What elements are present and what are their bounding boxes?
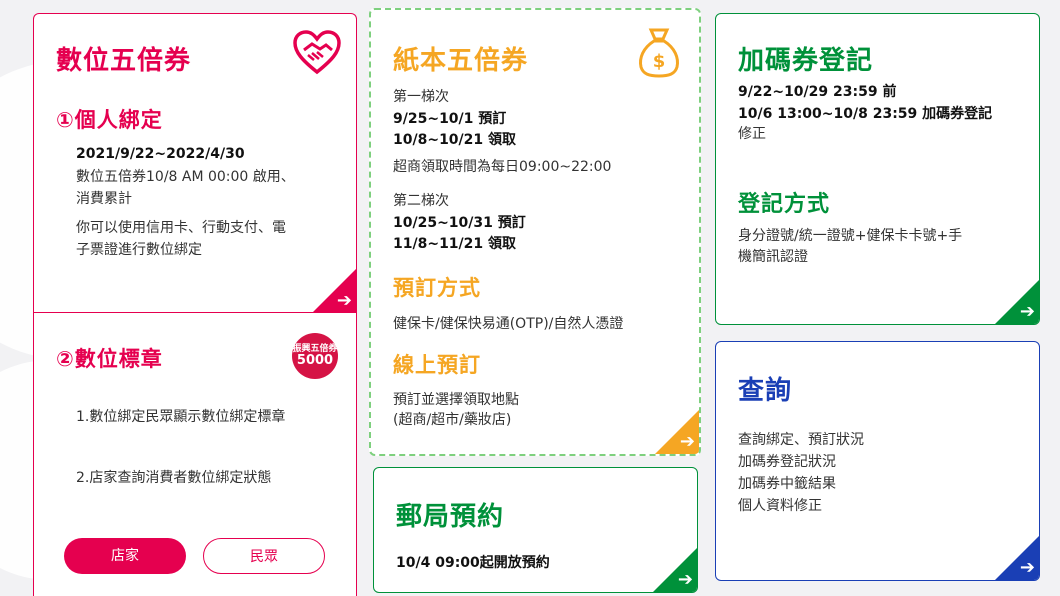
- registration-method-text: 機簡訊認證: [738, 249, 808, 265]
- inquiry-item: 查詢綁定、預訂狀況: [738, 432, 864, 448]
- arrow-right-icon[interactable]: ➔: [678, 571, 693, 589]
- money-bag-icon: $: [639, 28, 679, 78]
- digital-voucher-title: 數位五倍券: [56, 46, 192, 76]
- personal-binding-heading: ①個人綁定: [56, 108, 163, 132]
- registration-method-text: 身分證號/統一證號+健保卡卡號+手: [738, 228, 963, 244]
- post-office-text: 10/4 09:00起開放預約: [396, 555, 550, 571]
- personal-binding-text: 你可以使用信用卡、行動支付、電: [76, 220, 286, 236]
- digital-badge-heading: ②數位標章: [56, 347, 163, 371]
- inquiry-card[interactable]: 查詢 查詢綁定、預訂狀況 加碼券登記狀況 加碼券中籤結果 個人資料修正 ➔: [715, 341, 1040, 581]
- arrow-right-icon[interactable]: ➔: [337, 292, 352, 310]
- online-reservation-heading: 線上預訂: [393, 353, 481, 377]
- stimulus-badge-icon: 振興五倍券 5000: [292, 333, 338, 379]
- paper-voucher-title: 紙本五倍券: [393, 46, 529, 76]
- bonus-registration-dates: 10/6 13:00~10/8 23:59 加碼券登記: [738, 106, 993, 122]
- online-reservation-text: 預訂並選擇領取地點: [393, 392, 519, 408]
- personal-binding-text: 子票證進行數位綁定: [76, 242, 202, 258]
- personal-binding-dates: 2021/9/22~2022/4/30: [76, 146, 245, 162]
- personal-binding-text: 數位五倍券10/8 AM 00:00 啟用、: [76, 169, 295, 185]
- paper-voucher-card[interactable]: 紙本五倍券 $ 第一梯次 9/25~10/1 預訂 10/8~10/21 領取 …: [369, 8, 701, 456]
- batch2-label: 第二梯次: [393, 193, 449, 209]
- arrow-right-icon[interactable]: ➔: [680, 433, 695, 451]
- bonus-registration-card[interactable]: 加碼券登記 9/22~10/29 23:59 前 10/6 13:00~10/8…: [715, 13, 1040, 325]
- digital-badge-card: ②數位標章 振興五倍券 5000 1.數位綁定民眾顯示數位綁定標章 2.店家查詢…: [33, 312, 357, 596]
- batch2-pickup-dates: 11/8~11/21 領取: [393, 236, 517, 252]
- page: 數位五倍券 ①個人綁定 2021/9/22~2022/4/30 數位五倍券10/…: [0, 0, 1060, 596]
- reservation-method-heading: 預訂方式: [393, 276, 481, 300]
- bonus-registration-dates: 9/22~10/29 23:59 前: [738, 84, 897, 100]
- post-office-card[interactable]: 郵局預約 10/4 09:00起開放預約 ➔: [373, 467, 698, 593]
- heart-handshake-icon: [293, 30, 341, 75]
- batch1-label: 第一梯次: [393, 89, 449, 105]
- batch2-order-dates: 10/25~10/31 預訂: [393, 215, 526, 231]
- badge-item: 2.店家查詢消費者數位綁定狀態: [76, 470, 272, 486]
- bonus-registration-text: 修正: [738, 126, 766, 142]
- svg-text:$: $: [653, 51, 666, 72]
- badge-item: 1.數位綁定民眾顯示數位綁定標章: [76, 409, 286, 425]
- badge-icon-number: 5000: [296, 353, 334, 368]
- inquiry-item: 加碼券登記狀況: [738, 454, 836, 470]
- store-button[interactable]: 店家: [64, 538, 186, 574]
- inquiry-item: 加碼券中籤結果: [738, 476, 836, 492]
- bonus-registration-title: 加碼券登記: [738, 46, 874, 76]
- reservation-method-text: 健保卡/健保快易通(OTP)/自然人憑證: [393, 316, 624, 332]
- batch1-order-dates: 9/25~10/1 預訂: [393, 111, 507, 127]
- arrow-right-icon[interactable]: ➔: [1020, 559, 1035, 577]
- inquiry-title: 查詢: [738, 376, 793, 406]
- batch1-pickup-dates: 10/8~10/21 領取: [393, 132, 517, 148]
- digital-voucher-card[interactable]: 數位五倍券 ①個人綁定 2021/9/22~2022/4/30 數位五倍券10/…: [33, 13, 357, 313]
- online-reservation-text: (超商/超市/藥妝店): [393, 412, 512, 428]
- arrow-right-icon[interactable]: ➔: [1020, 303, 1035, 321]
- personal-binding-text: 消費累計: [76, 191, 132, 207]
- registration-method-heading: 登記方式: [738, 192, 831, 217]
- public-button[interactable]: 民眾: [203, 538, 325, 574]
- store-hours-text: 超商領取時間為每日09:00~22:00: [393, 159, 612, 175]
- post-office-title: 郵局預約: [396, 502, 505, 532]
- inquiry-item: 個人資料修正: [738, 498, 822, 514]
